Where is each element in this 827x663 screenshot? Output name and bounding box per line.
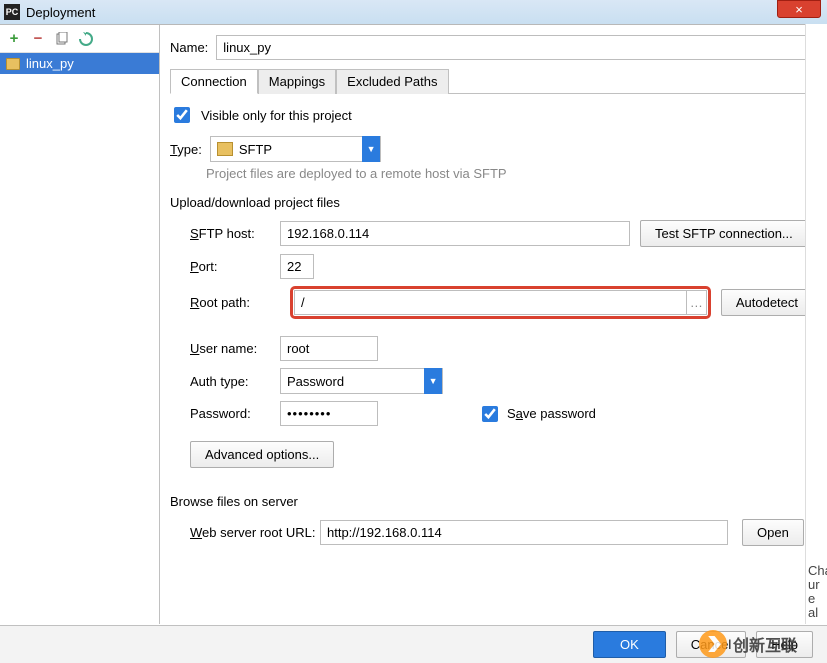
- user-label: User name:: [190, 341, 280, 356]
- web-url-label: Web server root URL:: [190, 525, 320, 540]
- password-label: Password:: [190, 406, 280, 421]
- sftp-host-label: SFTP host:: [190, 226, 280, 241]
- window-title: Deployment: [26, 5, 95, 20]
- web-url-input[interactable]: [320, 520, 728, 545]
- auth-type-label: Auth type:: [190, 374, 280, 389]
- sidebar: + − linux_py: [0, 25, 160, 624]
- sftp-icon: [217, 142, 233, 156]
- root-path-input[interactable]: [294, 290, 687, 315]
- type-value: SFTP: [239, 142, 362, 157]
- type-label: Type:: [170, 142, 202, 157]
- port-input[interactable]: [280, 254, 314, 279]
- auth-type-combo[interactable]: Password ▼: [280, 368, 443, 394]
- browse-section-title: Browse files on server: [170, 494, 813, 509]
- open-button[interactable]: Open: [742, 519, 804, 546]
- upload-section-title: Upload/download project files: [170, 195, 813, 210]
- port-label: Port:: [190, 259, 280, 274]
- save-password-label: Save password: [507, 406, 596, 421]
- close-button[interactable]: ×: [777, 0, 821, 18]
- watermark-logo-icon: [699, 630, 727, 658]
- copy-icon[interactable]: [54, 31, 70, 47]
- chevron-down-icon: ▼: [424, 368, 442, 394]
- type-combo[interactable]: SFTP ▼: [210, 136, 381, 162]
- sidebar-item-linux-py[interactable]: linux_py: [0, 53, 159, 74]
- root-path-label: Root path:: [190, 295, 280, 310]
- main-panel: Name: Connection Mappings Excluded Paths…: [160, 25, 827, 624]
- remove-icon[interactable]: −: [30, 31, 46, 47]
- password-input[interactable]: [280, 401, 378, 426]
- name-input[interactable]: [216, 35, 813, 60]
- app-icon: PC: [4, 4, 20, 20]
- autodetect-button[interactable]: Autodetect: [721, 289, 813, 316]
- add-icon[interactable]: +: [6, 31, 22, 47]
- watermark: 创新互联: [699, 630, 797, 658]
- advanced-options-button[interactable]: Advanced options...: [190, 441, 334, 468]
- auth-type-value: Password: [281, 374, 424, 389]
- name-label: Name:: [170, 40, 208, 55]
- visible-only-label: Visible only for this project: [201, 108, 352, 123]
- type-hint: Project files are deployed to a remote h…: [206, 166, 813, 181]
- root-path-highlight: …: [290, 286, 711, 319]
- background-strip: Cha ur e al e the w ki: [805, 24, 827, 624]
- chevron-down-icon: ▼: [362, 136, 380, 162]
- tabs: Connection Mappings Excluded Paths: [170, 68, 813, 94]
- refresh-icon[interactable]: [78, 31, 94, 47]
- tab-mappings[interactable]: Mappings: [258, 69, 336, 94]
- sidebar-toolbar: + −: [0, 25, 159, 53]
- ok-button[interactable]: OK: [593, 631, 666, 658]
- root-path-browse-button[interactable]: …: [687, 290, 707, 315]
- tab-excluded[interactable]: Excluded Paths: [336, 69, 448, 94]
- save-password-checkbox[interactable]: [482, 406, 498, 422]
- user-input[interactable]: [280, 336, 378, 361]
- tab-connection[interactable]: Connection: [170, 69, 258, 94]
- visible-only-checkbox[interactable]: [174, 107, 190, 123]
- sftp-host-input[interactable]: [280, 221, 630, 246]
- server-icon: [6, 58, 20, 70]
- titlebar: PC Deployment ×: [0, 0, 827, 24]
- sidebar-item-label: linux_py: [26, 56, 74, 71]
- test-connection-button[interactable]: Test SFTP connection...: [640, 220, 808, 247]
- watermark-text: 创新互联: [733, 632, 797, 656]
